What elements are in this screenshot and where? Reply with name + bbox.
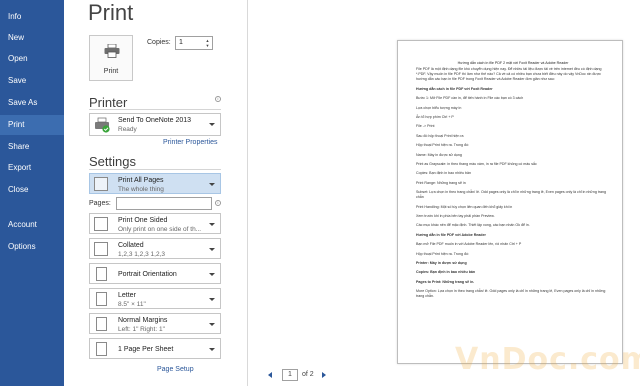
nav-item-save[interactable]: Save (0, 71, 64, 91)
vndoc-watermark: VnDoc.com (455, 342, 640, 377)
document-intro: File PDF là một định dạng file khó chuyể… (416, 67, 602, 82)
collated-title: Collated (118, 242, 144, 249)
copies-input[interactable]: 1 ▲ ▼ (175, 36, 213, 50)
document-title: Hướng dẫn cách in file PDF 2 mặt với Fox… (457, 61, 569, 65)
chevron-down-icon (209, 323, 215, 326)
nav-item-info[interactable]: Info (0, 7, 64, 27)
orientation-title: Portrait Orientation (118, 271, 177, 278)
copies-value: 1 (179, 39, 183, 46)
page-title: Print (88, 0, 134, 25)
nav-item-save-as[interactable]: Save As (0, 93, 64, 113)
nav-item-open[interactable]: Open (0, 49, 64, 69)
sided-dropdown[interactable]: Print One Sided Only print on one side o… (89, 213, 221, 234)
printer-info-icon[interactable]: i (215, 96, 221, 102)
copies-label: Copies: (147, 39, 171, 46)
preview-page: Hướng dẫn cách in file PDF 2 mặt với Fox… (397, 40, 623, 364)
chevron-down-icon (209, 273, 215, 276)
page-count: of 2 (302, 371, 314, 378)
word-backstage-print: Info New Open Save Save As Print Share E… (0, 0, 640, 386)
pages-label: Pages: (89, 200, 111, 207)
print-button[interactable]: Print (89, 35, 133, 81)
chevron-down-icon (209, 123, 215, 126)
nav-item-account[interactable]: Account (0, 215, 64, 235)
nav-item-share[interactable]: Share (0, 137, 64, 157)
pages-icon (94, 177, 108, 191)
sheet-icon (96, 342, 107, 356)
printer-dropdown[interactable]: Send To OneNote 2013 Ready (89, 113, 221, 136)
paper-sub: 8.5" × 11" (118, 301, 146, 308)
nav-item-close[interactable]: Close (0, 180, 64, 200)
nav-item-export[interactable]: Export (0, 158, 64, 178)
print-button-label: Print (103, 68, 119, 75)
per-sheet-title: 1 Page Per Sheet (118, 346, 174, 353)
margins-sub: Left: 1" Right: 1" (118, 326, 165, 333)
nav-item-options[interactable]: Options (0, 237, 64, 257)
print-settings-panel: Print Print Copies: 1 ▲ ▼ Printer i Send… (64, 0, 248, 386)
settings-divider (89, 169, 221, 170)
chevron-down-icon (209, 348, 215, 351)
printer-name: Send To OneNote 2013 (118, 117, 192, 124)
chevron-down-icon (209, 183, 215, 186)
printer-heading: Printer (89, 95, 128, 110)
margins-icon (96, 317, 107, 331)
nav-item-new[interactable]: New (0, 28, 64, 48)
chevron-down-icon (209, 223, 215, 226)
portrait-icon (96, 267, 107, 281)
margins-title: Normal Margins (118, 317, 168, 324)
orientation-dropdown[interactable]: Portrait Orientation (89, 263, 221, 284)
collated-dropdown[interactable]: Collated 1,2,3 1,2,3 1,2,3 (89, 238, 221, 259)
printer-icon (104, 44, 120, 58)
sided-sub: Only print on one side of th... (118, 226, 202, 233)
printer-properties-link[interactable]: Printer Properties (163, 139, 217, 146)
one-sided-icon (94, 217, 108, 231)
paper-size-dropdown[interactable]: Letter 8.5" × 11" (89, 288, 221, 309)
pages-per-sheet-dropdown[interactable]: 1 Page Per Sheet (89, 338, 221, 359)
margins-dropdown[interactable]: Normal Margins Left: 1" Right: 1" (89, 313, 221, 334)
collated-icon (94, 242, 108, 256)
print-what-sub: The whole thing (118, 186, 164, 193)
spin-down-icon[interactable]: ▼ (204, 43, 211, 48)
print-what-dropdown[interactable]: Print All Pages The whole thing (89, 173, 221, 194)
chevron-down-icon (209, 248, 215, 251)
copies-spinner[interactable]: ▲ ▼ (204, 38, 211, 48)
document-line: More Option: Lựa chọn in theo trang chẵn… (416, 289, 606, 299)
backstage-nav: Info New Open Save Save As Print Share E… (0, 0, 64, 386)
printer-status: Ready (118, 126, 137, 133)
pages-input[interactable] (116, 197, 212, 210)
print-preview-area: Hướng dẫn cách in file PDF 2 mặt với Fox… (249, 0, 640, 386)
previous-page-icon[interactable] (268, 372, 272, 378)
printer-device-icon (95, 117, 110, 133)
page-setup-link[interactable]: Page Setup (157, 366, 194, 373)
document-line: Subset: Lựa chọn in theo trang chẵn/ lẻ.… (416, 190, 607, 200)
next-page-icon[interactable] (322, 372, 326, 378)
paper-icon (96, 292, 107, 306)
pages-info-icon[interactable]: i (215, 200, 221, 206)
paper-title: Letter (118, 292, 136, 299)
sided-title: Print One Sided (118, 217, 168, 224)
settings-heading: Settings (89, 154, 136, 169)
print-what-title: Print All Pages (118, 177, 164, 184)
current-page-input[interactable]: 1 (282, 369, 298, 381)
nav-item-print[interactable]: Print (0, 115, 64, 135)
printer-divider (89, 109, 221, 110)
chevron-down-icon (209, 298, 215, 301)
collated-sub: 1,2,3 1,2,3 1,2,3 (118, 251, 165, 258)
